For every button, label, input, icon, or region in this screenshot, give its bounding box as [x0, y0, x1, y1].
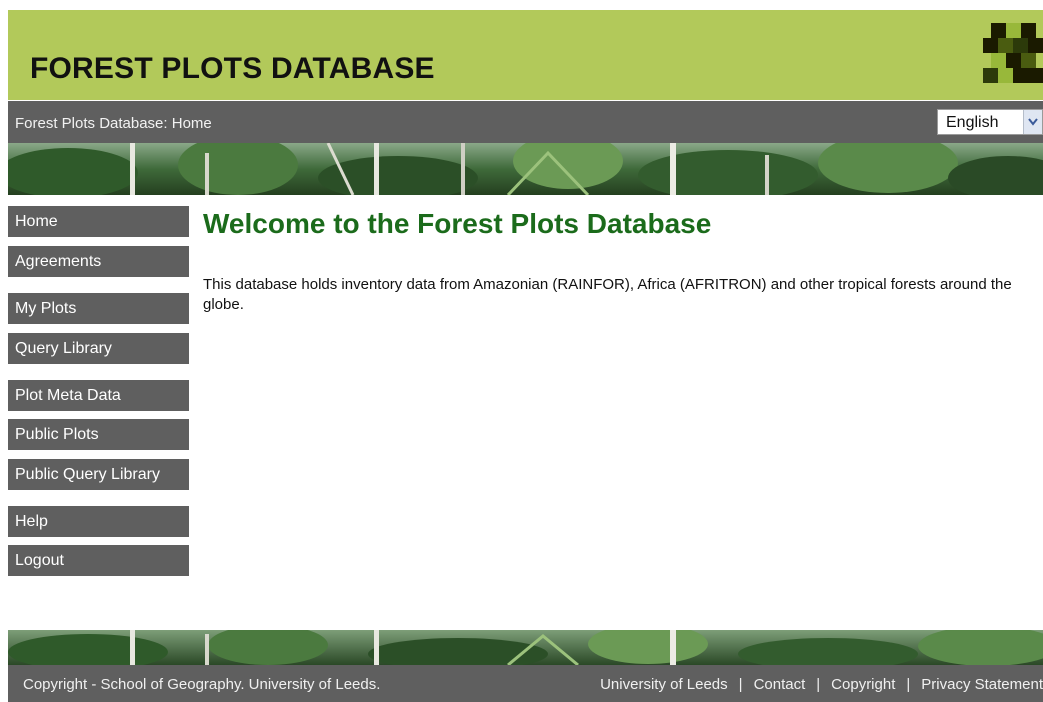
intro-text: This database holds inventory data from …: [203, 276, 1012, 313]
breadcrumb: Forest Plots Database: Home: [15, 115, 212, 132]
sidebar-item-public-plots[interactable]: Public Plots: [8, 419, 189, 450]
sidebar-item-plot-meta-data[interactable]: Plot Meta Data: [8, 380, 189, 411]
sidebar-item-query-library[interactable]: Query Library: [8, 333, 189, 364]
sidebar-item-home[interactable]: Home: [8, 206, 189, 237]
footer-link-copyright[interactable]: Copyright: [831, 676, 895, 693]
site-footer: Copyright - School of Geography. Univers…: [8, 665, 1043, 702]
language-dropdown-button[interactable]: [1023, 110, 1042, 134]
site-title: FOREST PLOTS DATABASE: [30, 52, 435, 85]
footer-links: University of Leeds | Contact | Copyright | Pr…: [600, 676, 1043, 693]
forest-banner-image: [8, 143, 1043, 195]
footer-link-contact[interactable]: Contact: [754, 676, 806, 693]
sidebar-item-agreements[interactable]: Agreements: [8, 246, 189, 277]
breadcrumb-bar: Forest Plots Database: Home English: [8, 101, 1043, 143]
language-select[interactable]: English: [937, 109, 1043, 135]
language-select-value: English: [946, 114, 999, 131]
forest-banner-footer-image: [8, 630, 1043, 665]
footer-link-privacy-statement[interactable]: Privacy Statement: [921, 676, 1043, 693]
footer-copyright-text: Copyright - School of Geography. Univers…: [23, 676, 381, 693]
chevron-down-icon: [1028, 118, 1038, 126]
sidebar-item-public-query-library[interactable]: Public Query Library: [8, 459, 189, 490]
sidebar-item-logout[interactable]: Logout: [8, 545, 189, 576]
forest-plots-logo-icon: [983, 23, 1043, 85]
sidebar-item-my-plots[interactable]: My Plots: [8, 293, 189, 324]
page-title: Welcome to the Forest Plots Database: [203, 208, 712, 239]
footer-link-university-of-leeds[interactable]: University of Leeds: [600, 676, 728, 693]
site-header: FOREST PLOTS DATABASE: [8, 10, 1043, 100]
sidebar-item-help[interactable]: Help: [8, 506, 189, 537]
